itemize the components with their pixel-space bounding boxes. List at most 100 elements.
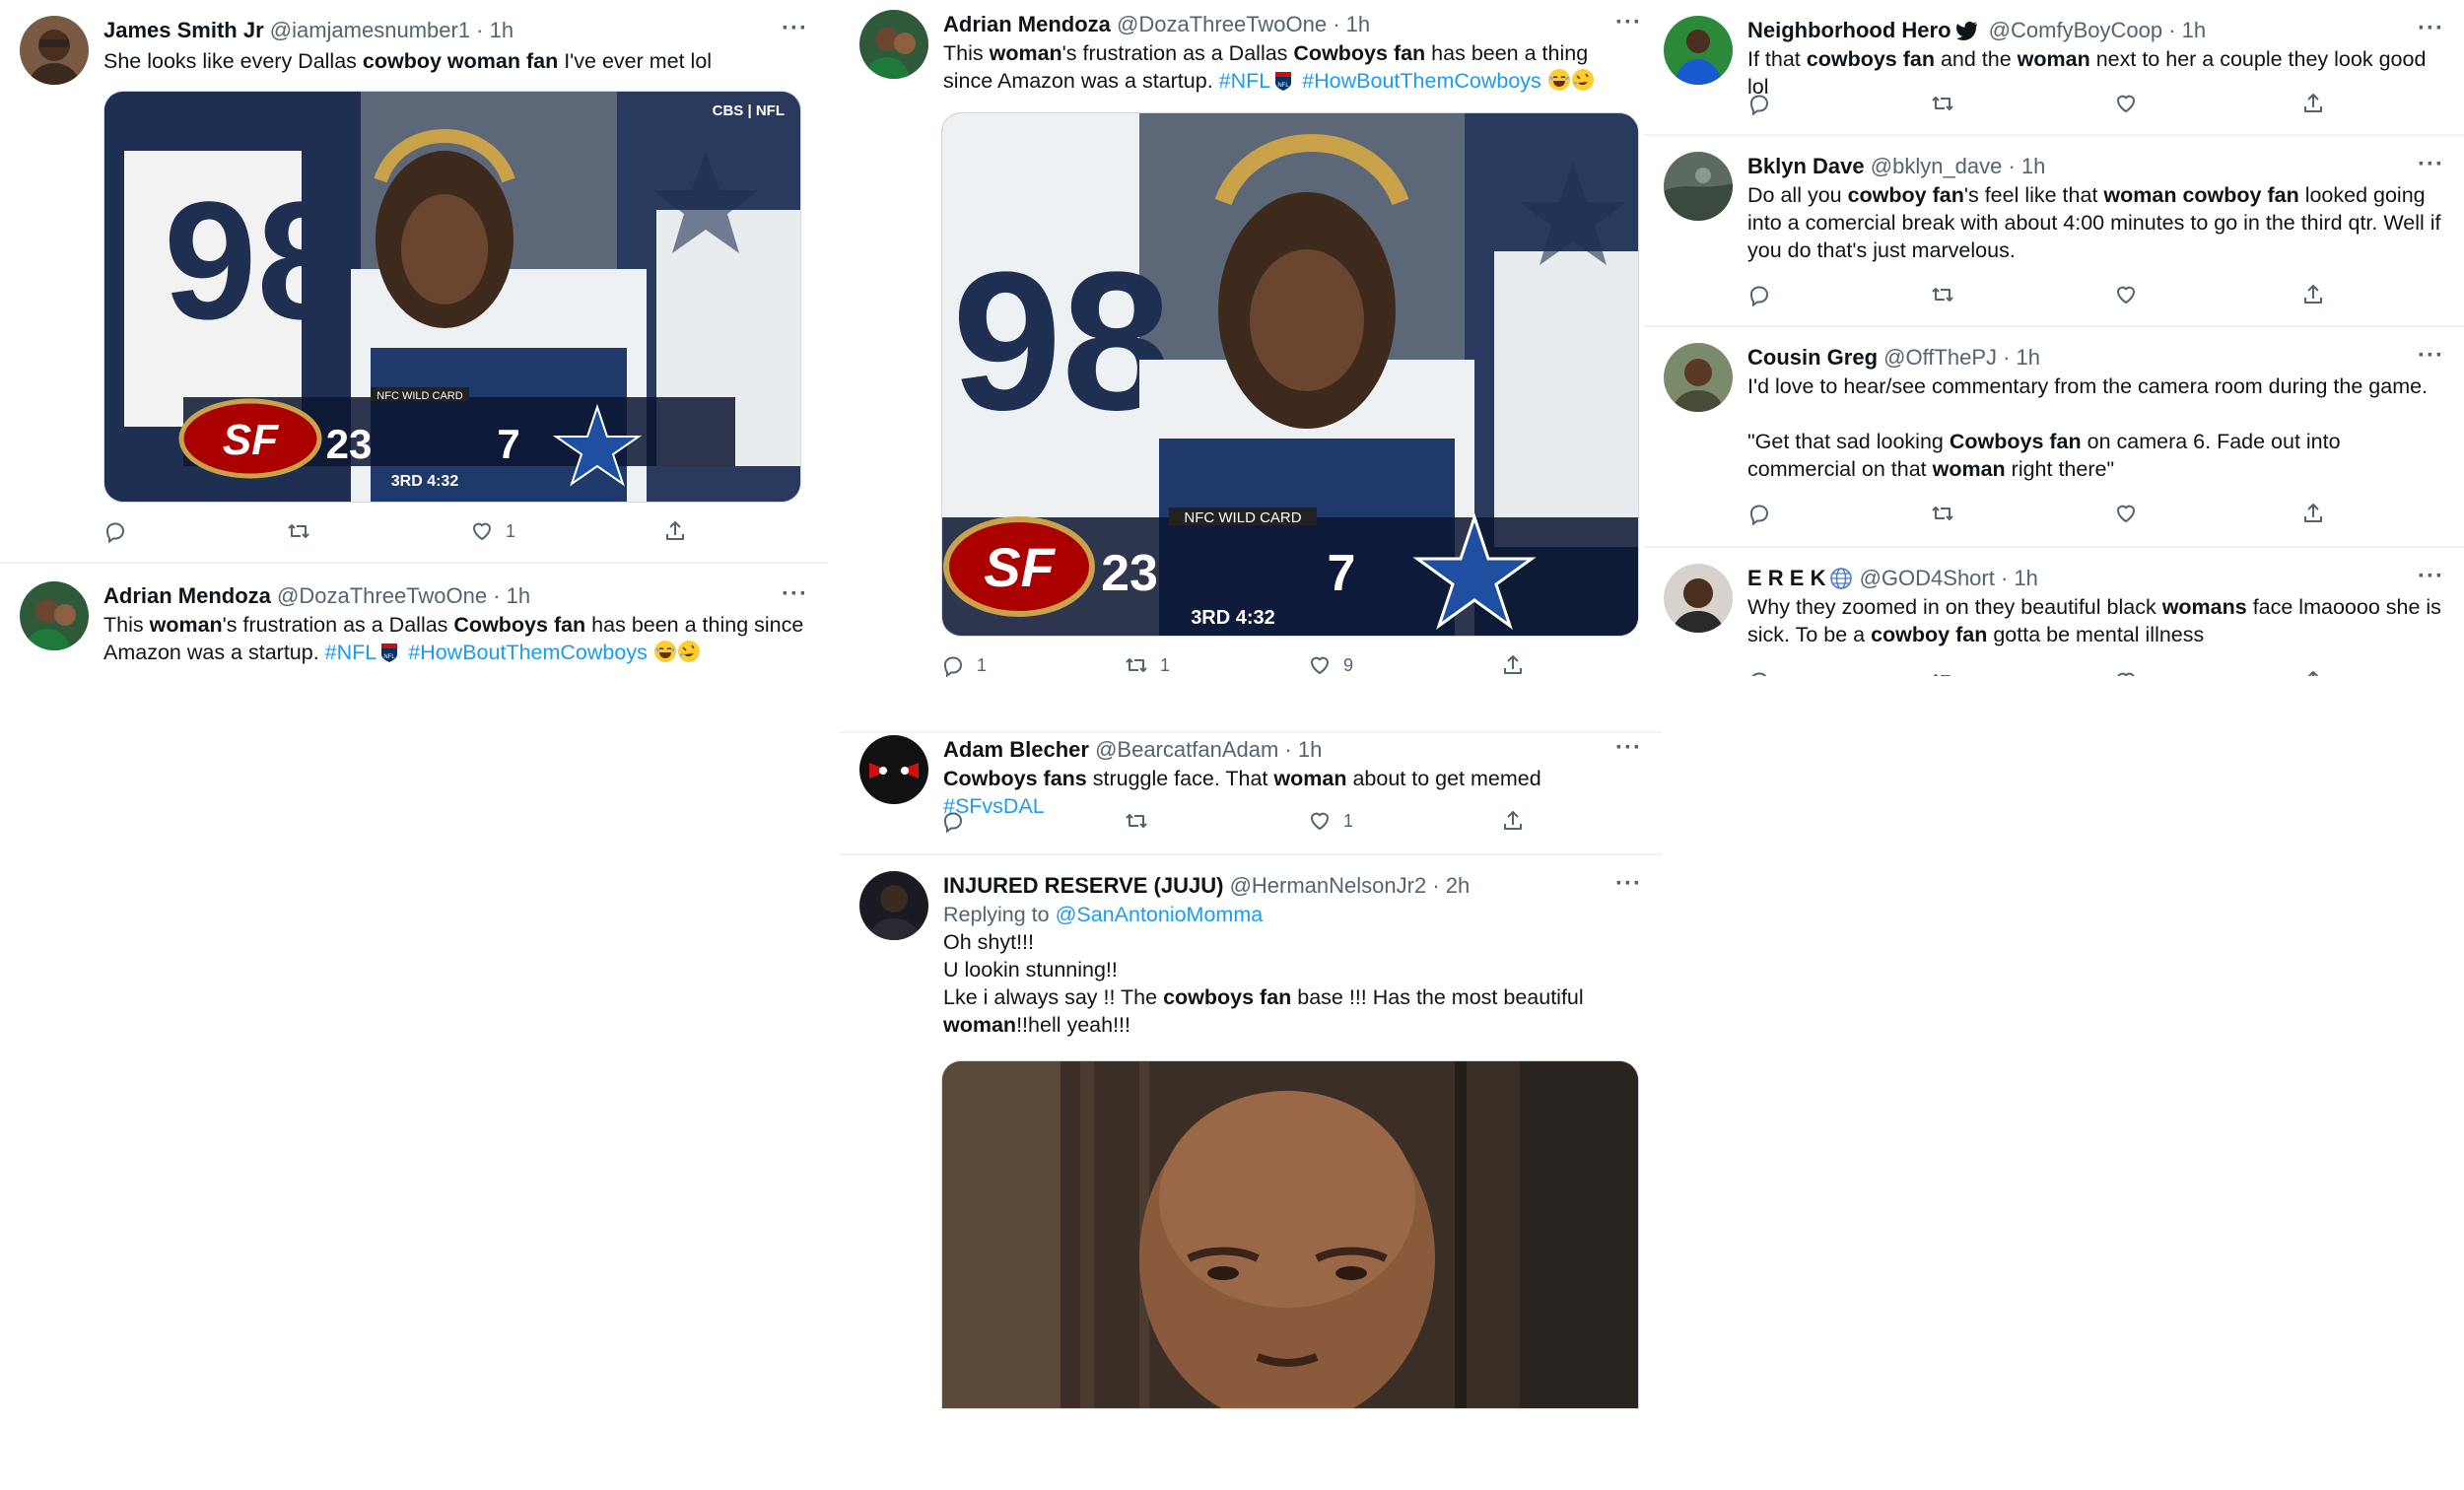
text-highlight: Cowboys fan: [453, 613, 586, 637]
handle-time[interactable]: @GOD4Short · 1h: [1860, 566, 2038, 590]
handle-time[interactable]: @DozaThreeTwoOne · 1h: [1117, 12, 1370, 36]
retweet-button[interactable]: [287, 514, 322, 548]
avatar[interactable]: [1664, 16, 1733, 85]
more-icon[interactable]: ···: [2418, 341, 2444, 371]
display-name[interactable]: James Smith Jr: [103, 18, 264, 42]
text-segment: struggle face. That: [1086, 767, 1274, 790]
hashtag-nfl[interactable]: #NFL: [325, 641, 377, 664]
scorebug-label: NFC WILD CARD: [1184, 509, 1301, 526]
display-name[interactable]: Neighborhood Hero: [1747, 18, 1951, 42]
text-segment: If that: [1747, 47, 1807, 71]
text-highlight: woman: [2017, 47, 2090, 71]
avatar[interactable]: [859, 10, 928, 79]
avatar[interactable]: [859, 735, 928, 804]
share-icon: [1501, 809, 1525, 833]
more-icon[interactable]: ···: [1615, 869, 1642, 899]
tweet-bklyn-dave[interactable]: Bklyn Dave @bklyn_dave · 1h ··· Do all y…: [1644, 136, 2464, 327]
handle-time[interactable]: @BearcatfanAdam · 1h: [1095, 737, 1322, 762]
handle-time[interactable]: @DozaThreeTwoOne · 1h: [277, 583, 530, 608]
handle-time[interactable]: @bklyn_dave · 1h: [1871, 154, 2046, 178]
more-icon[interactable]: ···: [1615, 8, 1642, 37]
share-icon: [2301, 283, 2325, 306]
reply-button[interactable]: [1747, 497, 1771, 530]
avatar[interactable]: [1664, 343, 1733, 412]
share-button[interactable]: [2301, 278, 2325, 311]
tweet-neighborhood-hero[interactable]: Neighborhood Hero @ComfyBoyCoop · 1h ···…: [1644, 0, 2464, 136]
tweet-cousin-greg[interactable]: Cousin Greg @OffThePJ · 1h ··· I'd love …: [1644, 327, 2464, 548]
svg-text:SF: SF: [223, 416, 279, 464]
share-button[interactable]: [1501, 804, 1525, 838]
share-icon: [1501, 653, 1525, 677]
tweet-gif[interactable]: [941, 1060, 1639, 1409]
retweet-icon: [1931, 283, 1954, 306]
retweet-button[interactable]: [1125, 804, 1160, 838]
share-button[interactable]: [2301, 664, 2325, 676]
text-segment: 's feel like that: [1963, 183, 2104, 207]
tweet-image[interactable]: 98 NFC WILD CARD SF 23 7 3RD 4:32 CBS | …: [103, 91, 801, 503]
tweet-erek[interactable]: E R E K @GOD4Short · 1h ··· Why they zoo…: [1644, 548, 2464, 676]
more-icon[interactable]: ···: [782, 14, 808, 43]
avatar[interactable]: [20, 581, 89, 650]
retweet-icon: [1125, 809, 1148, 833]
text-segment: about to get memed: [1346, 767, 1541, 790]
svg-text:SF: SF: [984, 536, 1056, 598]
like-button[interactable]: 1: [1308, 804, 1353, 838]
hashtag-nfl[interactable]: #NFL: [1219, 69, 1271, 93]
retweet-button[interactable]: [1931, 664, 1954, 676]
display-name[interactable]: Adam Blecher: [943, 737, 1089, 762]
tweet-james-smith[interactable]: James Smith Jr @iamjamesnumber1 · 1h ···…: [0, 0, 828, 564]
more-icon[interactable]: ···: [1615, 733, 1642, 763]
handle-time[interactable]: @ComfyBoyCoop · 1h: [1989, 18, 2206, 42]
display-name[interactable]: Adrian Mendoza: [943, 12, 1111, 36]
like-button[interactable]: [2114, 278, 2138, 311]
reply-button[interactable]: [103, 514, 139, 548]
like-button[interactable]: [2114, 664, 2138, 676]
like-icon: [2114, 92, 2138, 115]
reply-button[interactable]: [1747, 87, 1771, 120]
avatar[interactable]: [1664, 152, 1733, 221]
reply-mention[interactable]: @SanAntonioMomma: [1056, 903, 1264, 926]
avatar[interactable]: [1664, 564, 1733, 633]
retweet-button[interactable]: [1931, 497, 1954, 530]
handle-time[interactable]: @HermanNelsonJr2 · 2h: [1230, 873, 1471, 898]
retweet-button[interactable]: [1931, 87, 1954, 120]
more-icon[interactable]: ···: [782, 579, 808, 609]
more-icon[interactable]: ···: [2418, 150, 2444, 179]
display-name[interactable]: Bklyn Dave: [1747, 154, 1865, 178]
display-name[interactable]: INJURED RESERVE (JUJU): [943, 873, 1223, 898]
tweet-adrian-mendoza-left[interactable]: Adrian Mendoza @DozaThreeTwoOne · 1h ···…: [0, 564, 828, 682]
display-name[interactable]: E R E K: [1747, 566, 1825, 590]
reply-button[interactable]: [941, 804, 977, 838]
tweet-adam-blecher[interactable]: Adam Blecher @BearcatfanAdam · 1h ··· Co…: [840, 733, 1662, 855]
share-button[interactable]: [1501, 648, 1525, 682]
avatar[interactable]: [859, 871, 928, 940]
reply-button[interactable]: 1: [941, 648, 987, 682]
like-button[interactable]: [2114, 497, 2138, 530]
like-button[interactable]: [2114, 87, 2138, 120]
reply-button[interactable]: [1747, 664, 1771, 676]
text-highlight: cowboy woman fan: [362, 49, 559, 73]
handle-time[interactable]: @iamjamesnumber1 · 1h: [270, 18, 513, 42]
tweet-injured-reserve[interactable]: INJURED RESERVE (JUJU) @HermanNelsonJr2 …: [840, 855, 1662, 1409]
share-button[interactable]: [663, 514, 687, 548]
display-name[interactable]: Adrian Mendoza: [103, 583, 271, 608]
reply-button[interactable]: [1747, 278, 1771, 311]
retweet-button[interactable]: [1931, 278, 1954, 311]
retweet-button[interactable]: 1: [1125, 648, 1170, 682]
hashtag-howboutthemcowboys[interactable]: #HowBoutThemCowboys: [1302, 69, 1541, 93]
avatar[interactable]: [20, 16, 89, 85]
share-button[interactable]: [2301, 87, 2325, 120]
like-button[interactable]: 9: [1308, 648, 1353, 682]
like-button[interactable]: 1: [470, 514, 515, 548]
tweet-image[interactable]: 98 NFC WILD CARD SF 23 7 3RD 4:32: [941, 112, 1639, 637]
more-icon[interactable]: ···: [2418, 14, 2444, 43]
display-name[interactable]: Cousin Greg: [1747, 345, 1878, 370]
share-button[interactable]: [2301, 497, 2325, 530]
nfl-shield-icon: [1274, 70, 1292, 92]
nfl-shield-icon: [380, 642, 398, 663]
tweet-adrian-mendoza-main[interactable]: Adrian Mendoza @DozaThreeTwoOne · 1h ···…: [840, 0, 1662, 733]
text-line: "Get that sad looking Cowboys fan on cam…: [1747, 428, 2444, 483]
hashtag-howboutthemcowboys[interactable]: #HowBoutThemCowboys: [408, 641, 648, 664]
handle-time[interactable]: @OffThePJ · 1h: [1883, 345, 2040, 370]
more-icon[interactable]: ···: [2418, 562, 2444, 591]
